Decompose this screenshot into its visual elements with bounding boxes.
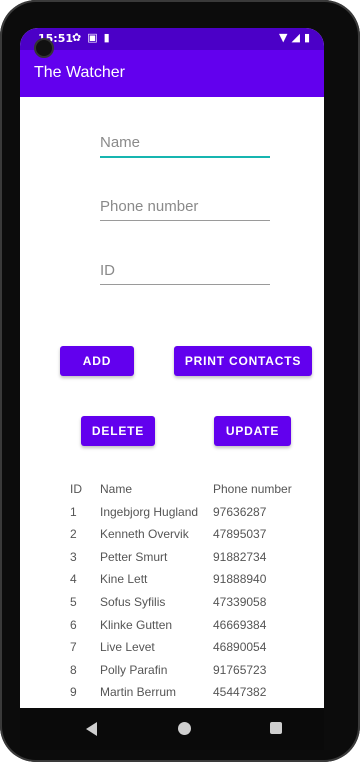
row-phone: 46890054 [213, 640, 267, 655]
row-name: Martin Berrum [100, 685, 177, 700]
a-icon: ▣ [87, 31, 104, 44]
table-row: 5 Sofus Syfilis 47339058 [66, 595, 306, 618]
row-name: Kine Lett [100, 572, 148, 587]
table-body: 1 Ingebjorg Hugland 97636287 2 Kenneth Overv… [66, 505, 306, 708]
add-button[interactable]: ADD [60, 346, 134, 376]
update-button[interactable]: UPDATE [214, 416, 291, 446]
table-row: 8 Polly Parafin 91765723 [66, 663, 306, 686]
row-phone: 47895037 [213, 527, 267, 542]
row-name: Kenneth Overvik [100, 527, 189, 542]
row-name: Live Levet [100, 640, 155, 655]
front-camera [34, 38, 54, 58]
row-id: 7 [70, 640, 77, 655]
row-id: 5 [70, 594, 77, 609]
row-name: Polly Parafin [100, 662, 168, 677]
app-bar: The Watcher [20, 50, 324, 97]
name-input[interactable] [100, 128, 270, 158]
home-icon[interactable] [178, 722, 191, 735]
sd-card-icon: ▮ [103, 31, 116, 44]
row-name: Ingebjorg Hugland [100, 504, 199, 519]
row-id: 3 [70, 549, 77, 564]
row-name: Klinke Gutten [100, 617, 173, 632]
phone-frame: 15:51 ✿▣▮ ▼◢▮ The Watcher ADD PRINT CONT… [0, 0, 360, 762]
status-bar: 15:51 ✿▣▮ ▼◢▮ [20, 28, 324, 50]
table-row: 9 Martin Berrum 45447382 [66, 685, 306, 708]
recent-apps-icon[interactable] [270, 722, 282, 734]
back-icon[interactable] [86, 722, 97, 736]
table-row: 7 Live Levet 46890054 [66, 640, 306, 663]
row-phone: 91882734 [213, 549, 267, 564]
signal-icon: ◢ [291, 31, 304, 44]
table-row: 1 Ingebjorg Hugland 97636287 [66, 505, 306, 528]
table-row: 4 Kine Lett 91888940 [66, 572, 306, 595]
table-header: ID Name Phone number [66, 482, 306, 505]
phone-number-input[interactable] [100, 192, 270, 221]
gear-icon: ✿ [72, 31, 88, 44]
row-name: Sofus Syfilis [100, 594, 166, 609]
id-field-wrapper [100, 256, 270, 288]
row-phone: 47339058 [213, 594, 267, 609]
phone-field-wrapper [100, 192, 270, 224]
row-id: 1 [70, 504, 77, 519]
name-field-wrapper [100, 128, 270, 160]
row-phone: 91888940 [213, 572, 267, 587]
row-phone: 91765723 [213, 662, 267, 677]
table-row: 2 Kenneth Overvik 47895037 [66, 527, 306, 550]
status-right-icons: ▼◢▮ [279, 31, 314, 44]
row-id: 8 [70, 662, 77, 677]
row-phone: 46669384 [213, 617, 267, 632]
contacts-table: ID Name Phone number 1 Ingebjorg Hugland 9… [66, 482, 306, 708]
table-row: 3 Petter Smurt 91882734 [66, 550, 306, 573]
row-id: 6 [70, 617, 77, 632]
app-screen: 15:51 ✿▣▮ ▼◢▮ The Watcher ADD PRINT CONT… [20, 28, 324, 708]
delete-button[interactable]: DELETE [81, 416, 155, 446]
header-name: Name [100, 482, 133, 496]
row-phone: 97636287 [213, 504, 267, 519]
wifi-icon: ▼ [279, 31, 292, 44]
row-name: Petter Smurt [100, 549, 168, 564]
status-left-icons: ✿▣▮ [72, 31, 116, 44]
battery-icon: ▮ [303, 31, 314, 44]
row-id: 4 [70, 572, 77, 587]
row-id: 2 [70, 527, 77, 542]
app-title: The Watcher [34, 64, 125, 81]
row-phone: 45447382 [213, 685, 267, 700]
print-contacts-button[interactable]: PRINT CONTACTS [174, 346, 312, 376]
header-phone: Phone number [213, 482, 292, 496]
row-id: 9 [70, 685, 77, 700]
id-input[interactable] [100, 256, 270, 285]
header-id: ID [70, 482, 82, 496]
table-row: 6 Klinke Gutten 46669384 [66, 618, 306, 641]
navigation-bar [20, 708, 324, 750]
